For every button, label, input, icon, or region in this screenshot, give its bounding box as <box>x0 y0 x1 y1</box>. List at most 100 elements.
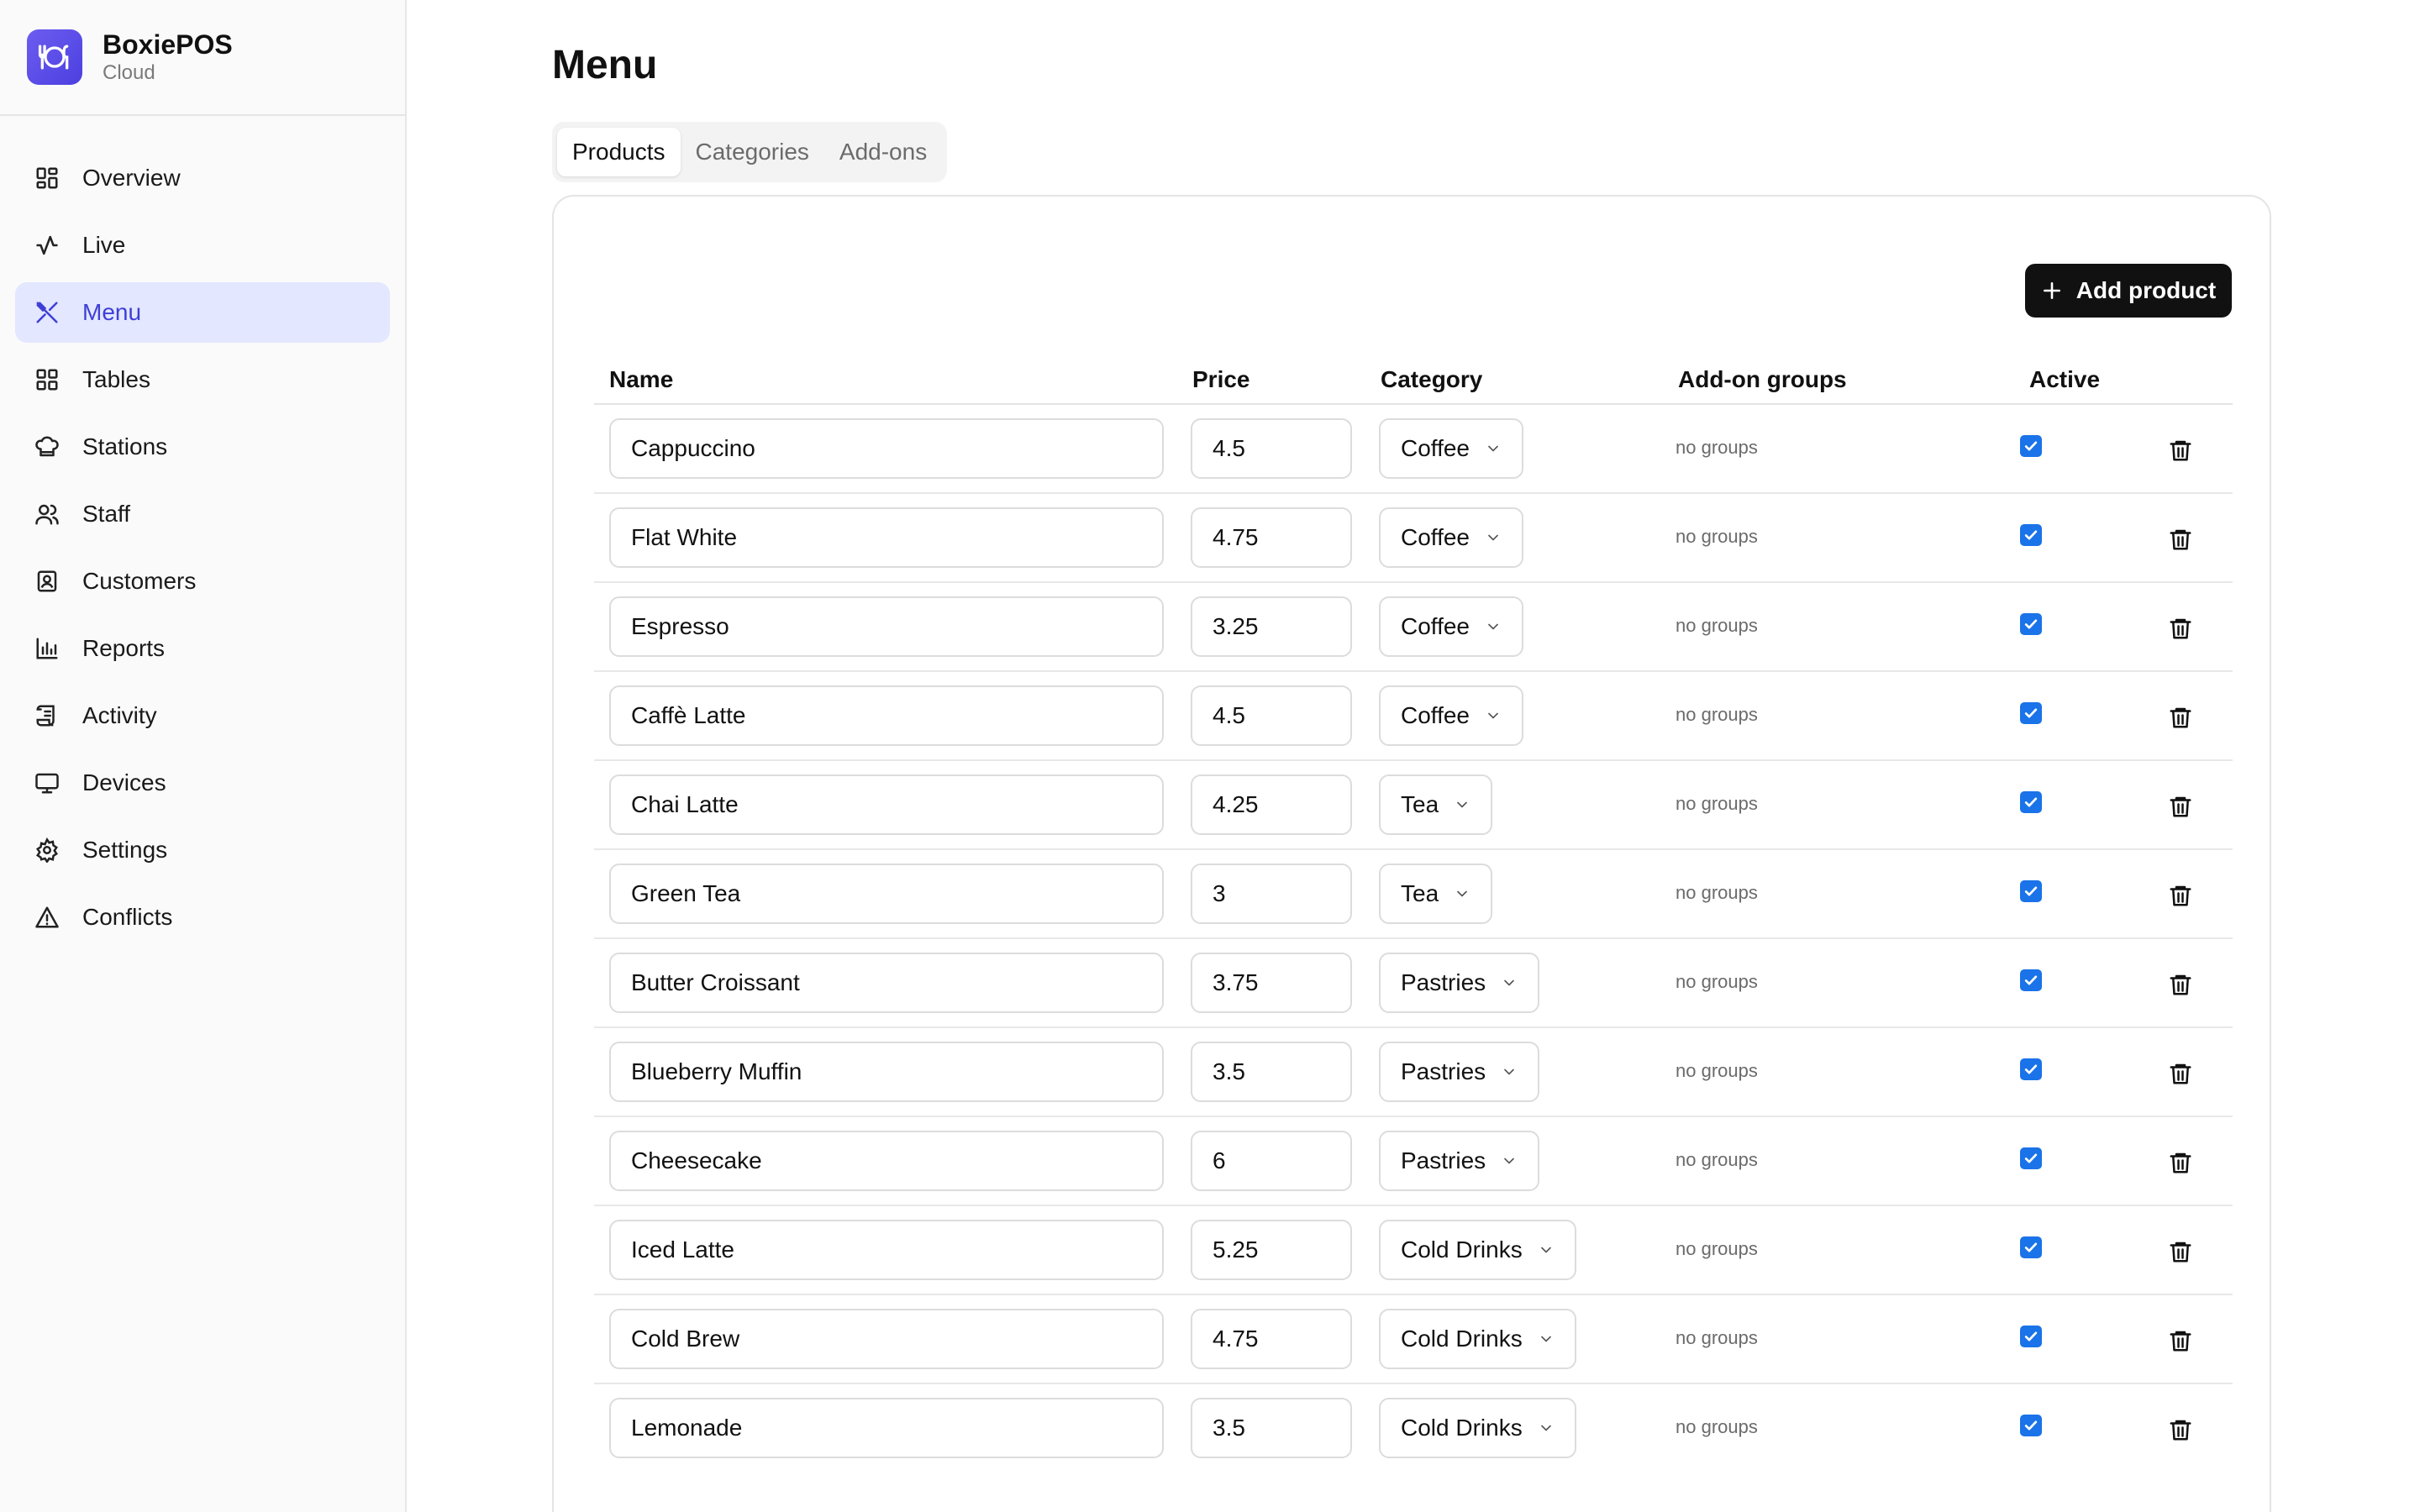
product-price-input[interactable] <box>1191 1131 1352 1191</box>
tab-categories[interactable]: Categories <box>681 128 824 176</box>
checkmark-icon <box>2023 883 2039 900</box>
product-category-select[interactable]: Tea <box>1379 774 1493 835</box>
sidebar-item-devices[interactable]: Devices <box>15 753 390 813</box>
product-category-select[interactable]: Coffee <box>1379 685 1523 746</box>
column-header-active: Active <box>2029 366 2101 392</box>
product-name-input[interactable] <box>609 953 1164 1013</box>
product-name-input[interactable] <box>609 1398 1164 1458</box>
trash-icon[interactable] <box>2168 526 2193 553</box>
trash-icon[interactable] <box>2168 1149 2193 1176</box>
product-price-input[interactable] <box>1191 507 1352 568</box>
product-category-select[interactable]: Pastries <box>1379 1131 1540 1191</box>
sidebar-item-activity[interactable]: Activity <box>15 685 390 746</box>
product-category-select[interactable]: Cold Drinks <box>1379 1309 1576 1369</box>
active-checkbox[interactable] <box>2020 435 2042 457</box>
product-name-input[interactable] <box>609 1309 1164 1369</box>
product-category-select[interactable]: Coffee <box>1379 507 1523 568</box>
sidebar-item-label: Settings <box>82 837 168 863</box>
sidebar-item-staff[interactable]: Staff <box>15 484 390 544</box>
product-name-input[interactable] <box>609 864 1164 924</box>
sidebar-item-tables[interactable]: Tables <box>15 349 390 410</box>
product-name-input[interactable] <box>609 1042 1164 1102</box>
sidebar-item-settings[interactable]: Settings <box>15 820 390 880</box>
trash-icon[interactable] <box>2168 437 2193 464</box>
active-checkbox[interactable] <box>2020 1326 2042 1347</box>
chevron-down-icon <box>1501 1152 1518 1169</box>
chevron-down-icon <box>1485 707 1502 724</box>
active-checkbox[interactable] <box>2020 1236 2042 1258</box>
trash-icon[interactable] <box>2168 793 2193 820</box>
product-category-select[interactable]: Coffee <box>1379 596 1523 657</box>
trash-icon[interactable] <box>2168 971 2193 998</box>
trash-icon[interactable] <box>2168 615 2193 642</box>
table-row: Cold Drinks no groups <box>594 1295 2233 1384</box>
active-checkbox[interactable] <box>2020 969 2042 991</box>
add-on-groups-text: no groups <box>1676 882 1758 903</box>
product-category-select[interactable]: Cold Drinks <box>1379 1398 1576 1458</box>
product-name-input[interactable] <box>609 507 1164 568</box>
category-value: Pastries <box>1401 969 1486 995</box>
column-header-category: Category <box>1381 366 1483 392</box>
product-name-input[interactable] <box>609 596 1164 657</box>
sidebar-item-reports[interactable]: Reports <box>15 618 390 679</box>
product-name-input[interactable] <box>609 685 1164 746</box>
tab-add-ons[interactable]: Add-ons <box>824 128 942 176</box>
checkmark-icon <box>2023 1417 2039 1434</box>
active-checkbox[interactable] <box>2020 524 2042 546</box>
column-header-add-on-groups: Add-on groups <box>1678 366 1847 392</box>
sidebar-item-label: Stations <box>82 433 168 459</box>
sidebar-item-conflicts[interactable]: Conflicts <box>15 887 390 948</box>
product-name-input[interactable] <box>609 774 1164 835</box>
product-name-input[interactable] <box>609 418 1164 479</box>
sidebar-item-menu[interactable]: Menu <box>15 282 390 343</box>
product-category-select[interactable]: Pastries <box>1379 953 1540 1013</box>
product-name-input[interactable] <box>609 1131 1164 1191</box>
trash-icon[interactable] <box>2168 1416 2193 1443</box>
product-category-select[interactable]: Coffee <box>1379 418 1523 479</box>
product-price-input[interactable] <box>1191 774 1352 835</box>
sidebar-item-stations[interactable]: Stations <box>15 417 390 477</box>
chevron-down-icon <box>1501 1063 1518 1080</box>
add-on-groups-text: no groups <box>1676 615 1758 636</box>
product-price-input[interactable] <box>1191 1220 1352 1280</box>
checkmark-icon <box>2023 705 2039 722</box>
product-price-input[interactable] <box>1191 1042 1352 1102</box>
product-price-input[interactable] <box>1191 864 1352 924</box>
active-checkbox[interactable] <box>2020 613 2042 635</box>
warning-triangle-icon <box>34 904 60 931</box>
active-checkbox[interactable] <box>2020 1147 2042 1169</box>
product-price-input[interactable] <box>1191 1398 1352 1458</box>
sidebar-item-customers[interactable]: Customers <box>15 551 390 612</box>
product-price-input[interactable] <box>1191 596 1352 657</box>
table-row: Cold Drinks no groups <box>594 1206 2233 1295</box>
table-row: Cold Drinks no groups <box>594 1384 2233 1473</box>
active-checkbox[interactable] <box>2020 791 2042 813</box>
add-product-button[interactable]: Add product <box>2025 264 2232 318</box>
trash-icon[interactable] <box>2168 704 2193 731</box>
active-checkbox[interactable] <box>2020 880 2042 902</box>
product-category-select[interactable]: Pastries <box>1379 1042 1540 1102</box>
active-checkbox[interactable] <box>2020 1415 2042 1436</box>
product-category-select[interactable]: Cold Drinks <box>1379 1220 1576 1280</box>
trash-icon[interactable] <box>2168 882 2193 909</box>
product-price-input[interactable] <box>1191 418 1352 479</box>
table-row: Coffee no groups <box>594 494 2233 583</box>
plus-icon <box>2041 280 2063 302</box>
product-name-input[interactable] <box>609 1220 1164 1280</box>
category-value: Coffee <box>1401 702 1470 728</box>
product-price-input[interactable] <box>1191 1309 1352 1369</box>
sidebar-item-live[interactable]: Live <box>15 215 390 276</box>
trash-icon[interactable] <box>2168 1060 2193 1087</box>
category-value: Pastries <box>1401 1147 1486 1173</box>
sidebar-item-overview[interactable]: Overview <box>15 148 390 208</box>
product-price-input[interactable] <box>1191 685 1352 746</box>
trash-icon[interactable] <box>2168 1327 2193 1354</box>
active-checkbox[interactable] <box>2020 702 2042 724</box>
products-card: Add product Name Price Category Add-on g… <box>552 195 2271 1512</box>
active-checkbox[interactable] <box>2020 1058 2042 1080</box>
trash-icon[interactable] <box>2168 1238 2193 1265</box>
sidebar-item-label: Activity <box>82 702 157 728</box>
tab-products[interactable]: Products <box>557 128 681 176</box>
product-price-input[interactable] <box>1191 953 1352 1013</box>
product-category-select[interactable]: Tea <box>1379 864 1493 924</box>
